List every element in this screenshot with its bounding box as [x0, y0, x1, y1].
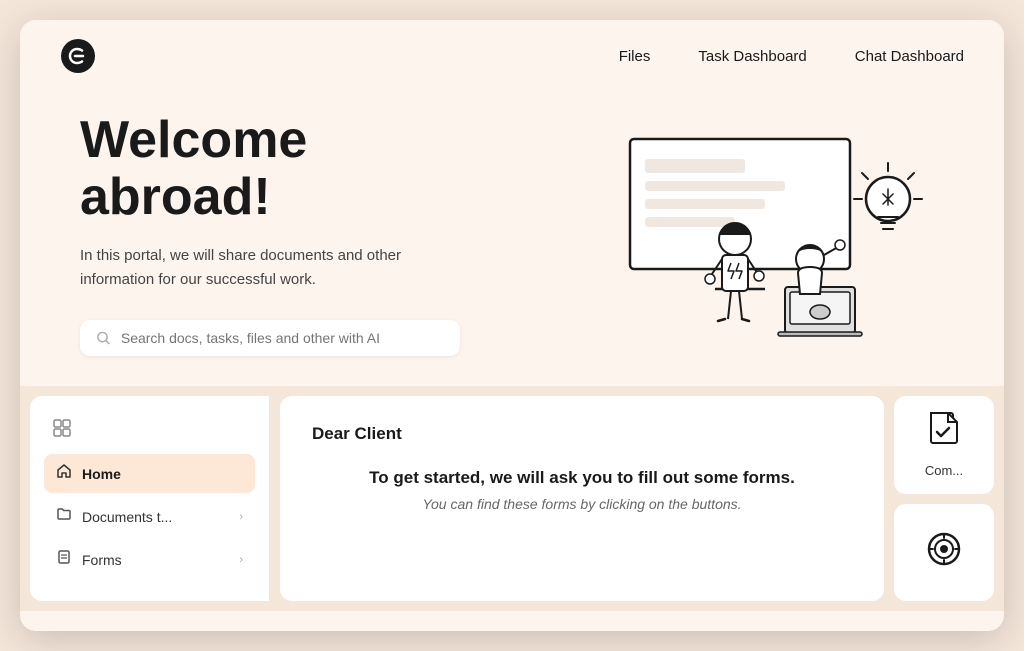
right-panel: Com...: [894, 386, 1004, 611]
goal-icon: [927, 532, 961, 573]
sidebar-item-home-label: Home: [82, 466, 121, 482]
sidebar-item-forms[interactable]: Forms ›: [44, 540, 255, 579]
right-card-complete-label: Com...: [925, 463, 963, 478]
home-icon: [56, 463, 72, 484]
navbar: Files Task Dashboard Chat Dashboard: [20, 20, 1004, 92]
search-icon: [96, 330, 111, 346]
main-content: Dear Client To get started, we will ask …: [280, 396, 884, 601]
sidebar: Home Documents t... ›: [30, 396, 270, 601]
right-card-complete[interactable]: Com...: [894, 396, 994, 494]
right-card-goal[interactable]: [894, 504, 994, 601]
folder-icon: [56, 506, 72, 527]
sidebar-item-home[interactable]: Home: [44, 454, 255, 493]
bottom-section: Home Documents t... ›: [20, 386, 1004, 611]
forms-icon: [56, 549, 72, 570]
chevron-right-icon: ›: [239, 511, 243, 523]
chevron-right-icon-forms: ›: [239, 554, 243, 566]
app-container: Files Task Dashboard Chat Dashboard Welc…: [20, 20, 1004, 631]
navbar-links: Files Task Dashboard Chat Dashboard: [619, 48, 964, 65]
nav-files[interactable]: Files: [619, 48, 651, 65]
hero-subtitle: In this portal, we will share documents …: [80, 244, 440, 292]
nav-chat-dashboard[interactable]: Chat Dashboard: [855, 48, 964, 65]
main-body-text: To get started, we will ask you to fill …: [312, 468, 852, 488]
main-sub-text: You can find these forms by clicking on …: [312, 496, 852, 512]
sidebar-item-forms-label: Forms: [82, 552, 122, 568]
search-input[interactable]: [121, 330, 444, 346]
hero-text: Welcome abroad! In this portal, we will …: [80, 112, 500, 356]
complete-doc-icon: [928, 412, 960, 455]
nav-task-dashboard[interactable]: Task Dashboard: [698, 48, 806, 65]
search-bar[interactable]: [80, 320, 460, 356]
sidebar-item-documents-label: Documents t...: [82, 509, 172, 525]
hero-illustration: [540, 119, 960, 349]
hero-section: Welcome abroad! In this portal, we will …: [20, 92, 1004, 386]
brand-logo[interactable]: [60, 38, 96, 74]
main-title: Dear Client: [312, 424, 852, 444]
hero-title: Welcome abroad!: [80, 112, 500, 226]
sidebar-top-icon: [44, 414, 255, 442]
sidebar-item-documents[interactable]: Documents t... ›: [44, 497, 255, 536]
